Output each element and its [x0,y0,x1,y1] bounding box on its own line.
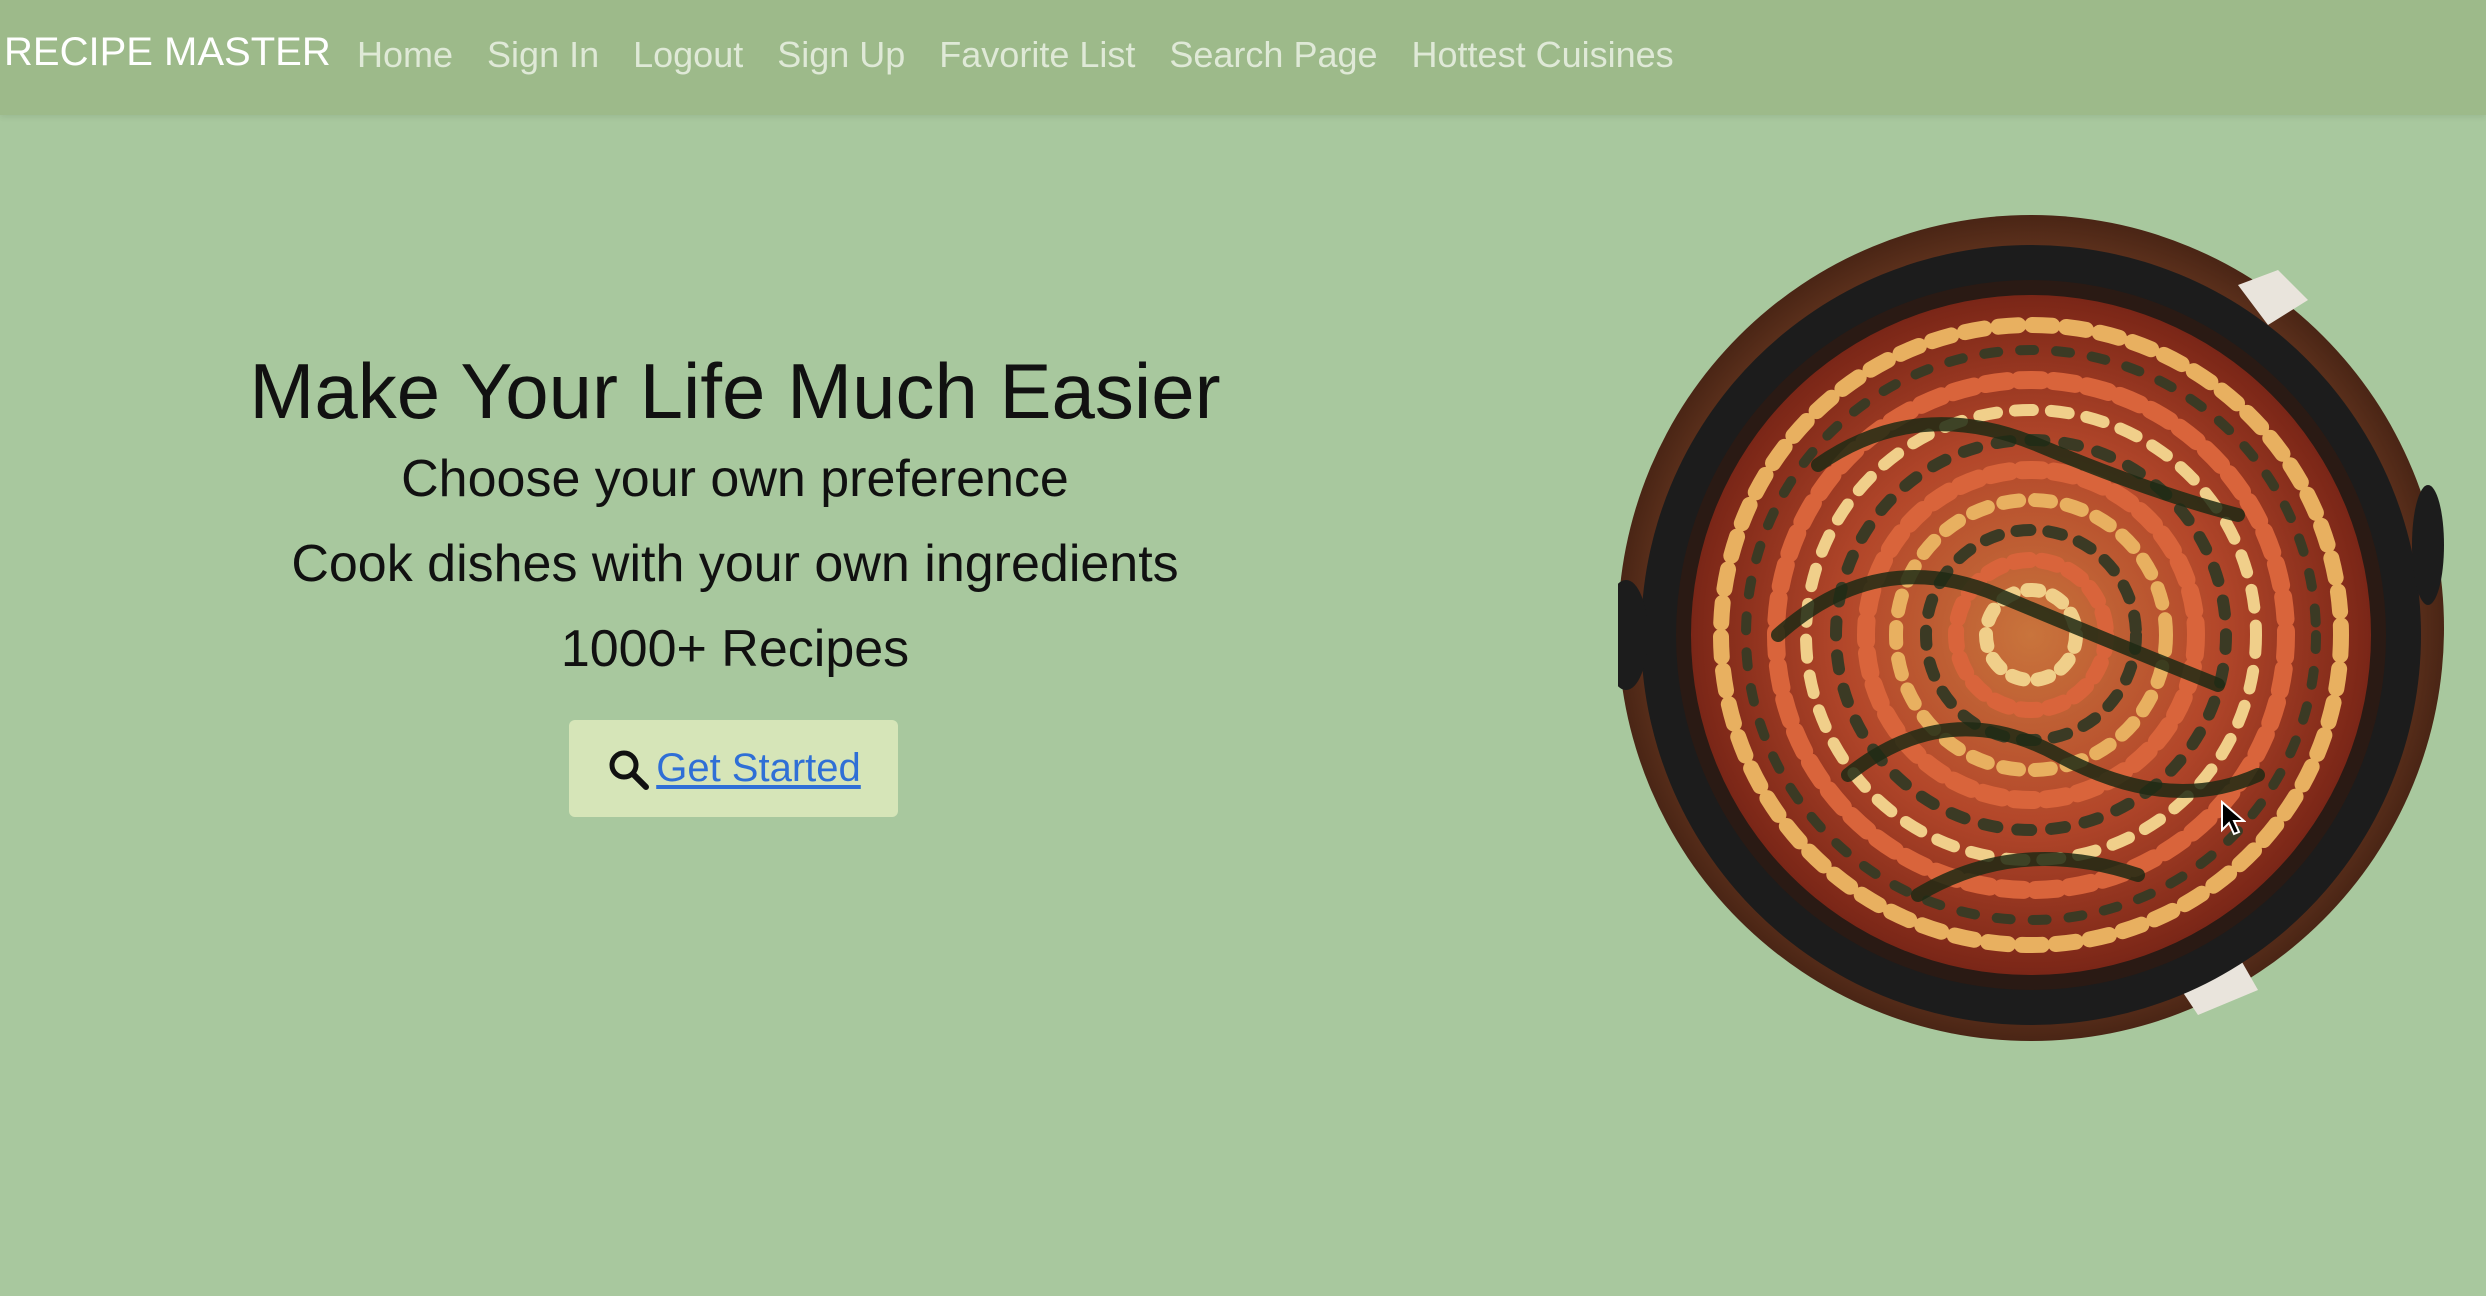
ratatouille-skillet-image [1618,215,2444,1041]
mouse-cursor-icon [2221,800,2246,836]
nav-item-sign-in[interactable]: Sign In [487,34,599,76]
nav-menu: Home Sign In Logout Sign Up Favorite Lis… [357,34,1708,76]
nav-item-search-page[interactable]: Search Page [1169,34,1377,76]
get-started-link[interactable]: Get Started [656,746,861,791]
nav-item-favorite-list[interactable]: Favorite List [939,34,1135,76]
hero-line-preference: Choose your own preference [401,449,1069,508]
nav-item-sign-up[interactable]: Sign Up [777,34,905,76]
hero-text-block: Make Your Life Much Easier Choose your o… [140,347,1330,692]
hero-line-recipe-count: 1000+ Recipes [560,619,910,678]
get-started-button[interactable]: Get Started [569,720,898,817]
hero-line-ingredients: Cook dishes with your own ingredients [291,534,1179,593]
top-navbar: RECIPE MASTER Home Sign In Logout Sign U… [0,0,2486,115]
nav-item-home[interactable]: Home [357,34,453,76]
hero-section: Make Your Life Much Easier Choose your o… [0,115,2486,1296]
nav-item-logout[interactable]: Logout [633,34,743,76]
hero-title: Make Your Life Much Easier [249,347,1221,435]
ratatouille-food [1691,295,2371,975]
nav-item-hottest-cuisines[interactable]: Hottest Cuisines [1412,34,1674,76]
search-icon [609,750,650,790]
skillet-handle-right [2412,485,2444,605]
brand-logo[interactable]: RECIPE MASTER [4,30,331,75]
